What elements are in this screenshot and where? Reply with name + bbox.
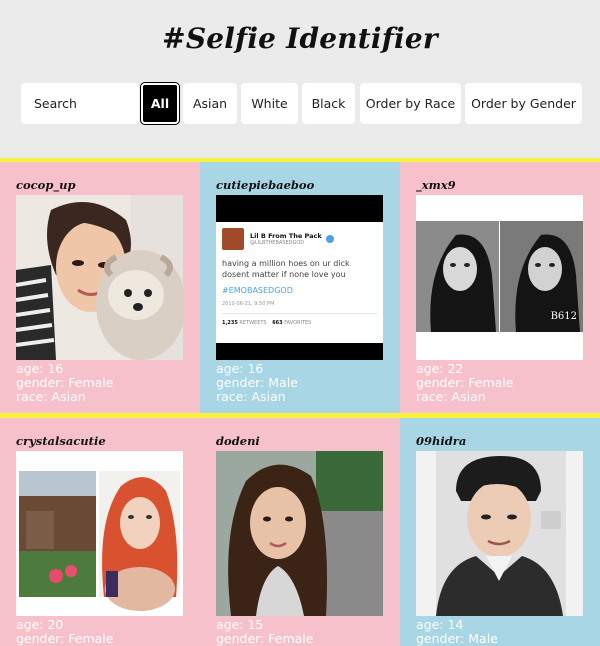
profile-info: age: 16 gender: Male race: Asian [216, 362, 298, 404]
profile-info: age: 16 gender: Female race: Asian [16, 362, 113, 404]
selfie-photo[interactable] [16, 195, 183, 360]
gender-text: gender: Female [216, 631, 314, 646]
race-text: race: Asian [16, 389, 86, 404]
filter-asian-button[interactable]: Asian [183, 83, 237, 124]
tweet-date: 2010-06-21, 9:50 PM [222, 301, 275, 307]
age-text: age: 20 [16, 617, 64, 632]
favorite-count: 663 [272, 320, 283, 326]
gender-text: gender: Male [416, 631, 498, 646]
profile-info: age: 20 gender: Female [16, 618, 113, 646]
order-by-race-button[interactable]: Order by Race [360, 83, 461, 124]
retweet-count: 1,235 [222, 320, 238, 326]
age-text: age: 22 [416, 361, 464, 376]
profile-info: age: 22 gender: Female race: Asian [416, 362, 513, 404]
profile-card[interactable]: crystalsacutie age: 20 gender: Female [0, 418, 200, 646]
race-text: race: Asian [416, 389, 486, 404]
gender-text: gender: Female [16, 631, 114, 646]
tweet-card: Lil B From The Pack @LILBTHEBASEDGOD hav… [216, 222, 383, 343]
profile-card[interactable]: cocop_up age: 16 gender: Female race: As… [0, 162, 200, 413]
age-text: age: 14 [416, 617, 464, 632]
filter-white-button[interactable]: White [241, 83, 298, 124]
username: crystalsacutie [16, 434, 106, 448]
filter-all-button[interactable]: All [141, 83, 179, 124]
race-text: race: Asian [216, 389, 286, 404]
profile-card[interactable]: _xmx9 B612 age: 22 gender: Female race: … [400, 162, 600, 413]
username: cocop_up [16, 178, 76, 192]
selfie-photo[interactable] [216, 451, 383, 616]
selfie-photo[interactable]: B612 [416, 195, 583, 360]
username: _xmx9 [416, 178, 456, 192]
retweets-label: RETWEETS [239, 320, 267, 326]
filter-bar: All Asian White Black Order by Race Orde… [0, 83, 600, 124]
age-text: age: 15 [216, 617, 264, 632]
username: 09hidra [416, 434, 467, 448]
gender-text: gender: Female [416, 375, 514, 390]
username: cutiepiebaeboo [216, 178, 315, 192]
filter-black-button[interactable]: Black [302, 83, 355, 124]
selfie-photo[interactable] [16, 451, 183, 616]
gender-text: gender: Female [16, 375, 114, 390]
gender-text: gender: Male [216, 375, 298, 390]
app-watermark: B612 [550, 311, 577, 322]
profile-info: age: 15 gender: Female [216, 618, 313, 646]
selfie-photo[interactable] [416, 451, 583, 616]
profile-card[interactable]: 09hidra age: 14 gender: Male [400, 418, 600, 646]
order-by-gender-button[interactable]: Order by Gender [465, 83, 582, 124]
username: dodeni [216, 434, 260, 448]
profile-card[interactable]: cutiepiebaeboo Lil B From The Pack @LILB… [200, 162, 400, 413]
favorites-label: FAVORITES [284, 320, 312, 326]
avatar [222, 228, 244, 250]
tweet-hashtag: #EMOBASEDGOD [222, 286, 293, 295]
tweet-author: Lil B From The Pack [250, 232, 322, 240]
tweet-screenshot[interactable]: Lil B From The Pack @LILBTHEBASEDGOD hav… [216, 195, 383, 360]
profile-card[interactable]: dodeni age: 15 gender: Female [200, 418, 400, 646]
age-text: age: 16 [216, 361, 264, 376]
age-text: age: 16 [16, 361, 64, 376]
tweet-text: having a million hoes on ur dick dosent … [222, 259, 350, 279]
tweet-handle: @LILBTHEBASEDGOD [250, 240, 305, 246]
verified-icon [325, 235, 334, 243]
page-title: #Selfie Identifier [162, 22, 438, 55]
search-input[interactable] [21, 83, 139, 124]
profile-info: age: 14 gender: Male [416, 618, 498, 646]
